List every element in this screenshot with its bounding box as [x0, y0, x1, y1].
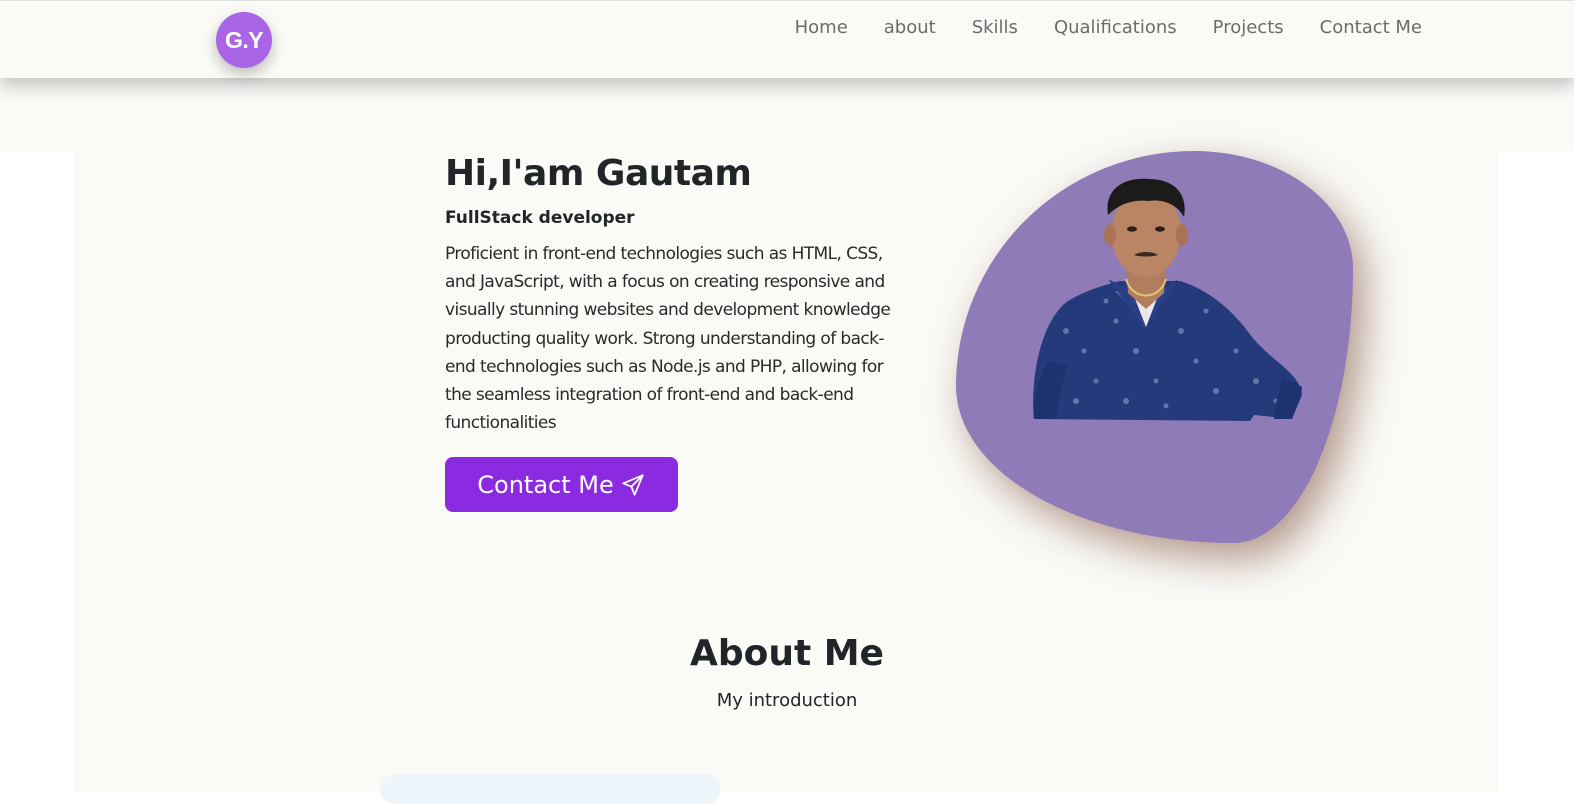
contact-me-button[interactable]: Contact Me — [445, 457, 678, 512]
nav-link-projects[interactable]: Projects — [1213, 15, 1284, 41]
nav-link-home[interactable]: Home — [795, 15, 848, 41]
nav-link-about[interactable]: about — [884, 15, 936, 41]
nav-link-contact[interactable]: Contact Me — [1320, 15, 1422, 41]
logo[interactable]: G.Y — [216, 12, 272, 68]
nav-links: Home about Skills Qualifications Project… — [795, 15, 1422, 41]
logo-text: G.Y — [224, 26, 264, 53]
hero-title: Hi,I'am Gautam — [445, 153, 752, 194]
contact-me-button-label: Contact Me — [477, 470, 614, 499]
hero-top-band — [0, 78, 1574, 151]
about-section-title: About Me — [690, 633, 884, 674]
about-card — [380, 774, 720, 804]
hero-description: Proficient in front-end technologies suc… — [445, 244, 891, 434]
nav-link-skills[interactable]: Skills — [972, 15, 1018, 41]
profile-blob — [956, 151, 1353, 543]
hero-subtitle: FullStack developer — [445, 208, 635, 228]
navbar: G.Y Home about Skills Qualifications Pro… — [0, 0, 1574, 78]
profile-blob-shape — [956, 151, 1353, 543]
about-section-subtitle: My introduction — [716, 690, 858, 711]
nav-link-qualifications[interactable]: Qualifications — [1054, 15, 1177, 41]
send-icon — [620, 472, 646, 498]
profile-photo — [1033, 178, 1302, 421]
